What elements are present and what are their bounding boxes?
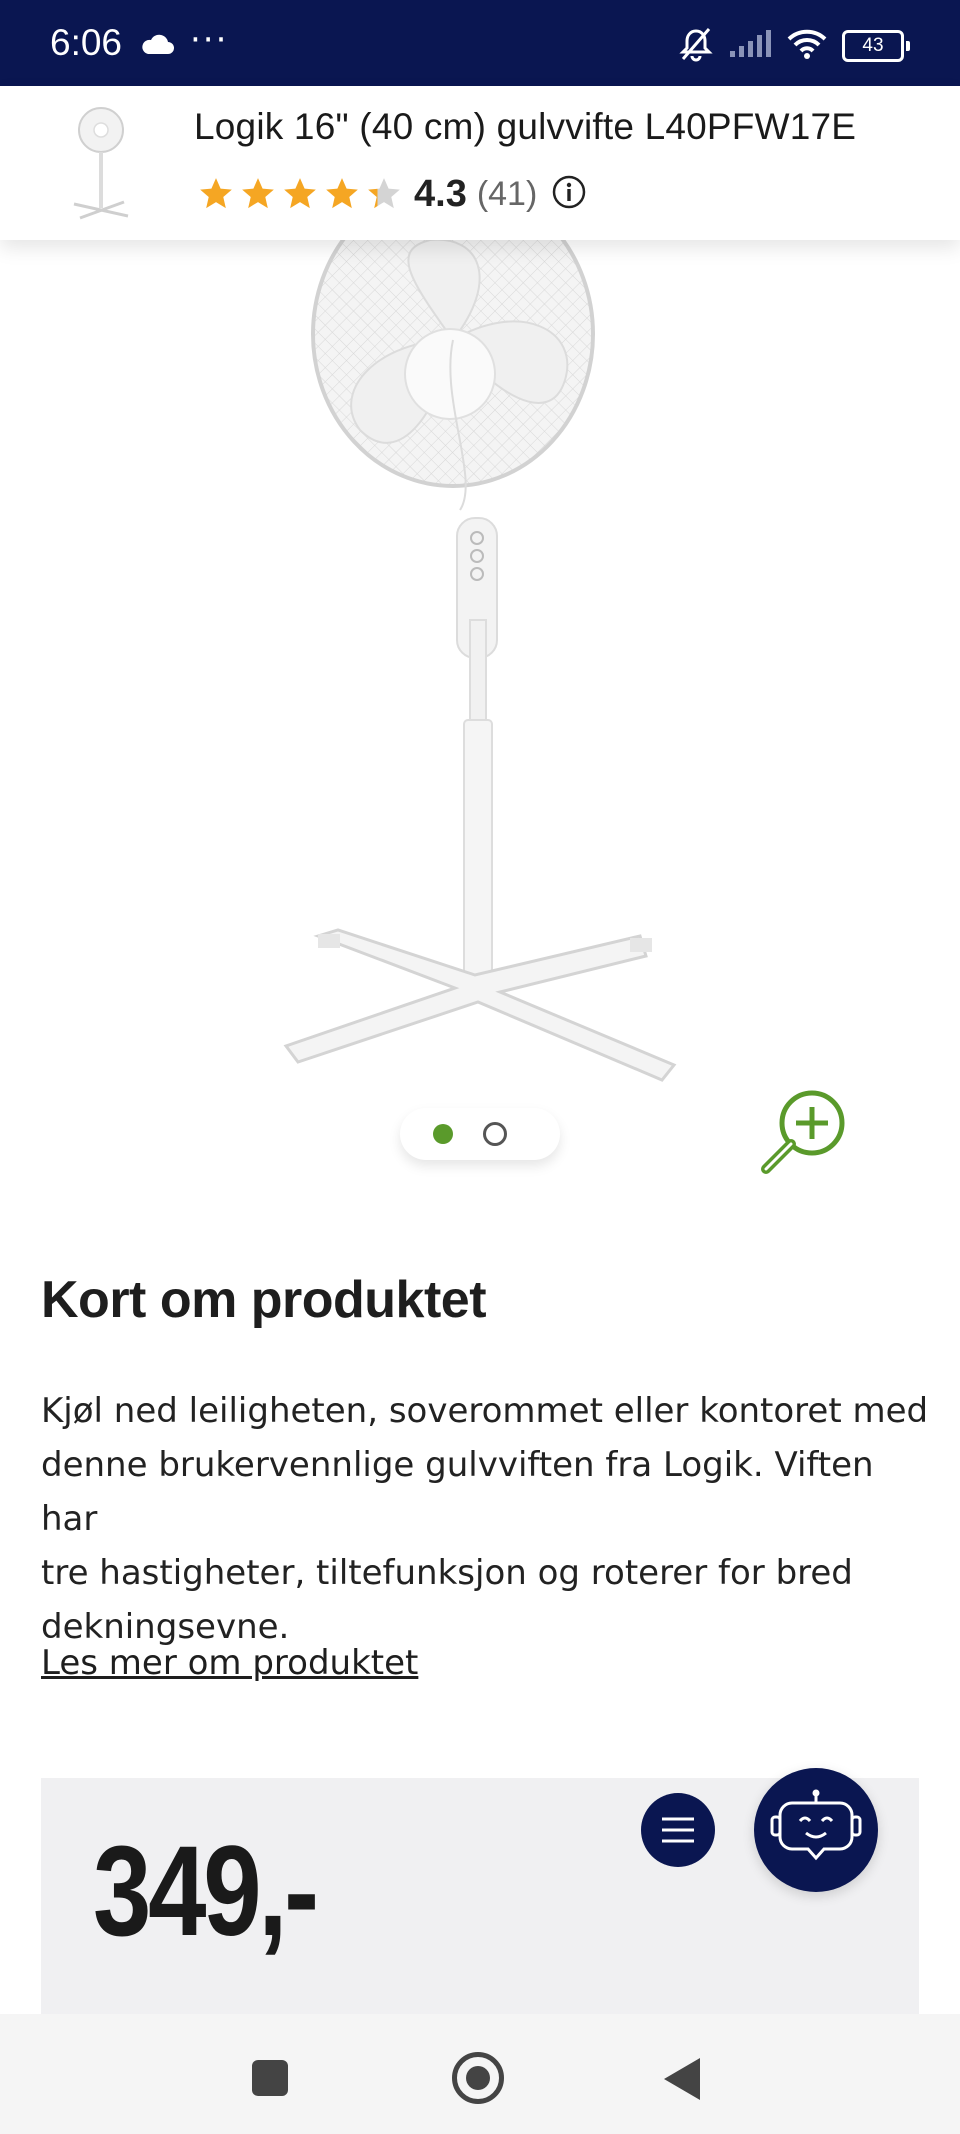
product-sticky-header: Logik 16" (40 cm) gulvvifte L40PFW17E 4.… bbox=[0, 86, 960, 240]
wifi-icon bbox=[786, 28, 828, 64]
price: 349,- bbox=[93, 1820, 319, 1963]
product-title: Logik 16" (40 cm) gulvvifte L40PFW17E bbox=[194, 106, 857, 147]
star-icon bbox=[242, 178, 274, 209]
menu-button[interactable] bbox=[641, 1793, 715, 1867]
battery-icon: 43 bbox=[842, 30, 910, 62]
read-more-link[interactable]: Les mer om produktet bbox=[41, 1643, 418, 1683]
description-line: denne brukervennlige gulvviften fra Logi… bbox=[41, 1445, 874, 1539]
rating-value: 4.3 bbox=[414, 172, 467, 215]
product-thumbnail[interactable] bbox=[66, 100, 136, 230]
description-line: Kjøl ned leiligheten, soverommet eller k… bbox=[41, 1391, 929, 1431]
chatbot-icon bbox=[770, 1789, 862, 1861]
status-bar: 6:06 ··· 43 bbox=[0, 0, 960, 86]
rating-count: (41) bbox=[476, 174, 538, 213]
chatbot-button[interactable] bbox=[754, 1768, 878, 1892]
star-icon bbox=[326, 178, 358, 209]
carousel-dots bbox=[400, 1108, 560, 1160]
system-nav-bar bbox=[0, 2014, 960, 2134]
cloud-icon bbox=[140, 34, 174, 60]
back-button[interactable] bbox=[664, 2058, 700, 2100]
product-description: Kjøl ned leiligheten, soverommet eller k… bbox=[41, 1384, 931, 1654]
star-half-icon bbox=[368, 178, 400, 209]
menu-icon bbox=[662, 1817, 694, 1843]
home-button[interactable] bbox=[452, 2052, 504, 2104]
mute-icon bbox=[678, 26, 714, 66]
description-line: tre hastigheter, tiltefunksjon og rotere… bbox=[41, 1553, 853, 1593]
zoom-in-button[interactable] bbox=[760, 1085, 850, 1175]
status-overflow-dots: ··· bbox=[190, 20, 229, 60]
carousel-dot-1[interactable] bbox=[433, 1124, 453, 1144]
carousel-dot-2[interactable] bbox=[483, 1122, 507, 1146]
rating[interactable]: 4.3 (41) bbox=[196, 170, 587, 218]
signal-icon bbox=[728, 29, 772, 63]
star-icon bbox=[200, 178, 232, 209]
star-icon bbox=[284, 178, 316, 209]
section-title-about: Kort om produktet bbox=[41, 1271, 487, 1329]
info-icon[interactable] bbox=[551, 174, 587, 214]
recent-apps-button[interactable] bbox=[252, 2060, 288, 2096]
star-rating bbox=[196, 175, 404, 213]
zoom-in-icon bbox=[761, 1090, 845, 1174]
product-image[interactable] bbox=[0, 180, 960, 1180]
status-icons: 43 bbox=[678, 26, 910, 66]
status-time: 6:06 bbox=[50, 22, 123, 63]
